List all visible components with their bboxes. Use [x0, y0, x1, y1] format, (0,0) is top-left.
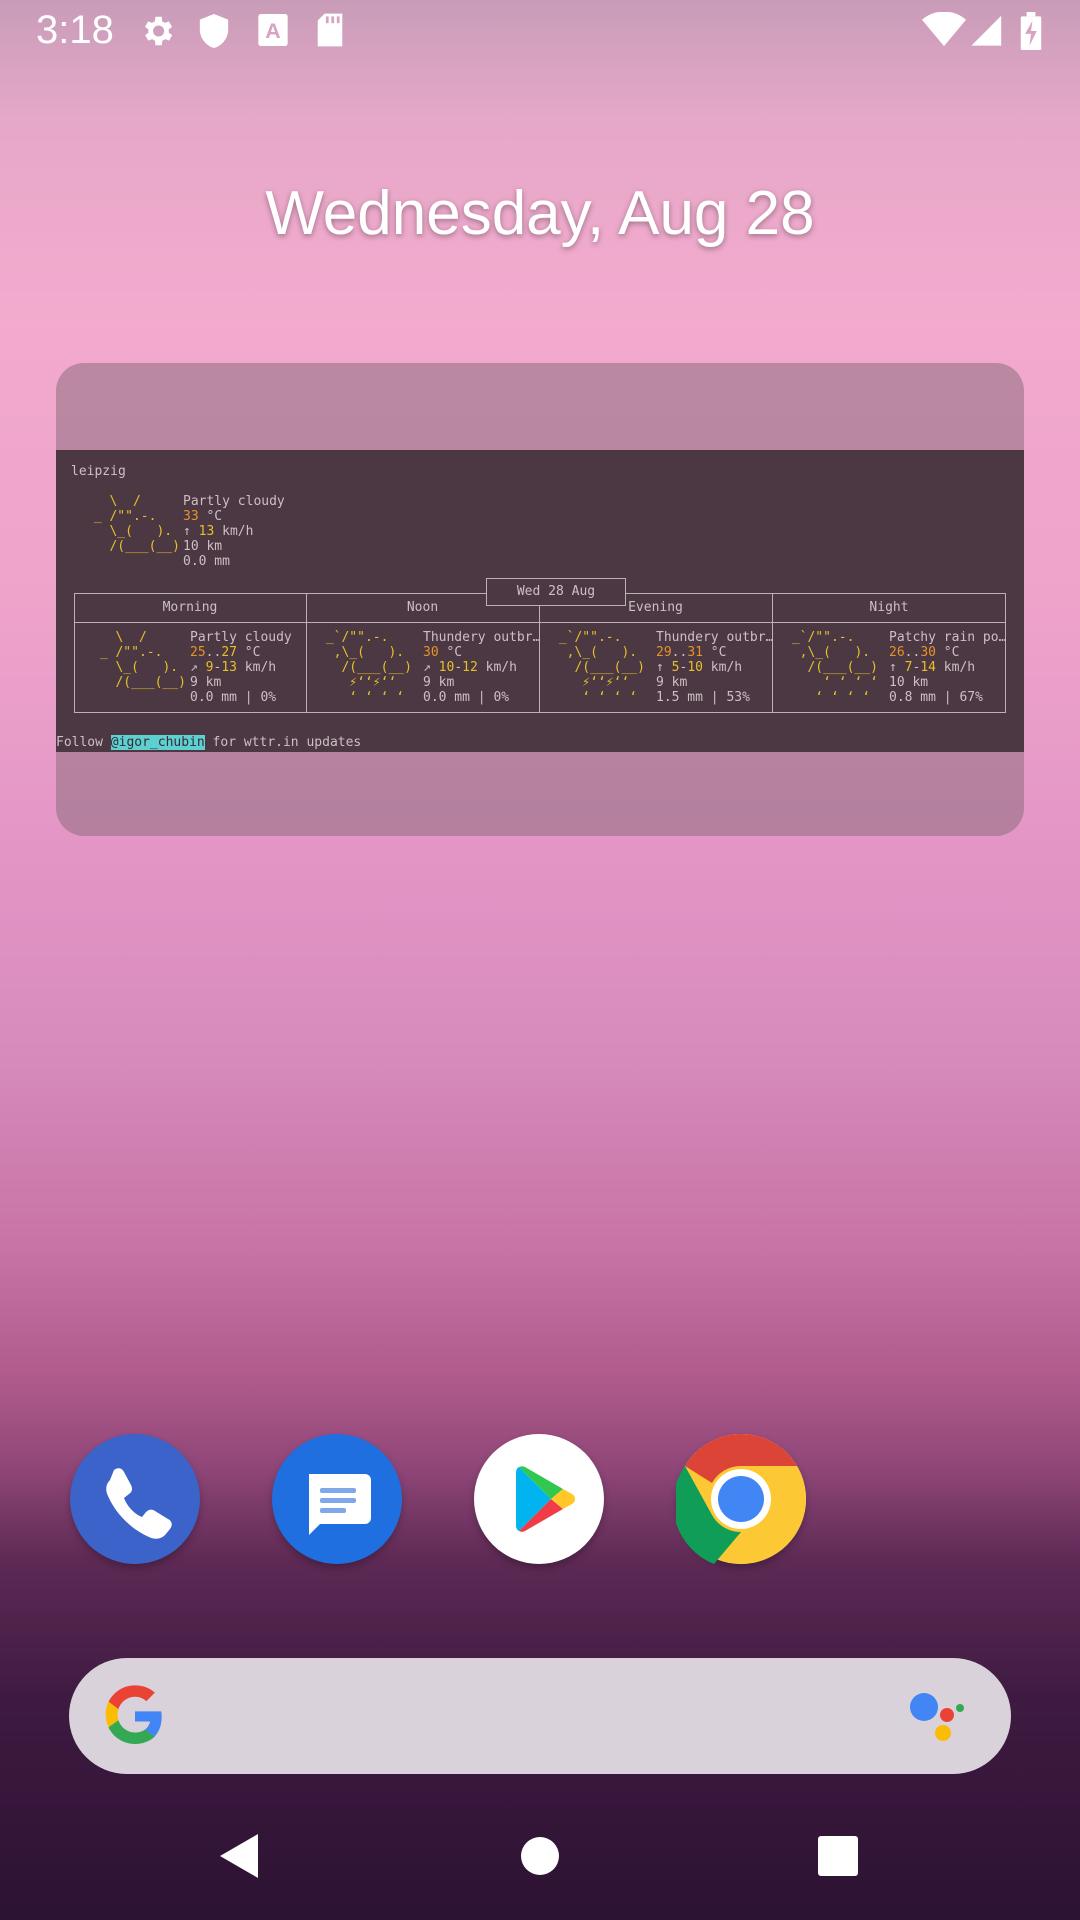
twitter-handle-link[interactable]: @igor_chubin [110, 735, 205, 750]
morning-wind: ↗ 9-13 km/h [190, 660, 277, 675]
night-temp: 26..30 °C [889, 645, 960, 660]
night-wind: ↑ 7-14 km/h [889, 660, 976, 675]
evening-visibility: 9 km [656, 675, 688, 690]
home-button[interactable] [519, 1832, 561, 1880]
morning-precip: 0.0 mm | 0% [190, 690, 277, 705]
noon-precip: 0.0 mm | 0% [423, 690, 510, 705]
status-bar: 3:18 A [0, 0, 1080, 64]
period-header-noon: Noon [406, 600, 439, 615]
font-a-icon: A [258, 14, 288, 46]
recents-button[interactable] [817, 1832, 859, 1880]
weather-terminal: leipzig \ / _ /"".-. \_( ). /(___(__) Pa… [56, 450, 1024, 752]
evening-wind: ↑ 5-10 km/h [656, 660, 743, 675]
phone-app-icon[interactable] [70, 1434, 200, 1564]
table-divider [74, 622, 1006, 623]
night-precip: 0.8 mm | 67% [889, 690, 983, 705]
google-g-icon [105, 1685, 162, 1744]
evening-condition: Thundery outbr… [656, 630, 774, 645]
morning-visibility: 9 km [190, 675, 222, 690]
wifi-icon [922, 12, 966, 47]
widget-footer: Follow @igor_chubin for wttr.in updates [56, 735, 362, 750]
noon-temp: 30 °C [423, 645, 463, 660]
noon-visibility: 9 km [423, 675, 455, 690]
svg-text:A: A [265, 19, 280, 43]
sd-card-icon [317, 13, 343, 47]
back-button[interactable] [218, 1832, 260, 1880]
location-label: leipzig [71, 464, 126, 479]
current-precip: 0.0 mm [183, 554, 230, 569]
partly-cloudy-ascii-icon: \ / _ /"".-. \_( ). /(___(__) [99, 630, 186, 690]
play-store-app-icon[interactable] [474, 1434, 604, 1564]
period-header-night: Night [869, 600, 909, 615]
shield-icon [199, 14, 229, 48]
signal-icon [971, 15, 1002, 46]
messages-app-icon[interactable] [272, 1434, 402, 1564]
period-header-morning: Morning [162, 600, 218, 615]
partly-cloudy-ascii-icon: \ / _ /"".-. \_( ). /(___(__) [93, 494, 180, 554]
period-header-evening: Evening [628, 600, 683, 615]
settings-icon [144, 16, 173, 46]
home-date[interactable]: Wednesday, Aug 28 [0, 178, 1080, 249]
battery-charging-icon [1020, 12, 1042, 50]
thunder-ascii-icon: _`/"".-. ,\_( ). /(___(__) ⚡‘‘⚡‘‘ ‘ ‘ ‘ … [325, 630, 412, 705]
weather-widget[interactable]: leipzig \ / _ /"".-. \_( ). /(___(__) Pa… [56, 363, 1024, 836]
noon-condition: Thundery outbr… [423, 630, 541, 645]
evening-temp: 29..31 °C [656, 645, 727, 660]
night-condition: Patchy rain po… [889, 630, 1007, 645]
current-visibility: 10 km [183, 539, 223, 554]
patchy-rain-ascii-icon: _`/"".-. ,\_( ). /(___(__) ‘ ‘ ‘ ‘ ‘ ‘ ‘… [791, 630, 878, 705]
thunder-ascii-icon: _`/"".-. ,\_( ). /(___(__) ⚡‘‘⚡‘‘ ‘ ‘ ‘ … [558, 630, 645, 705]
status-clock: 3:18 [36, 8, 114, 52]
morning-temp: 25..27 °C [190, 645, 261, 660]
noon-wind: ↗ 10-12 km/h [423, 660, 517, 675]
current-condition: Partly cloudy [183, 494, 285, 509]
assistant-icon[interactable] [907, 1686, 971, 1744]
current-temp: 33 °C [183, 509, 223, 524]
chrome-app-icon[interactable] [673, 1434, 806, 1564]
current-wind: ↑ 13 km/h [183, 524, 254, 539]
night-visibility: 10 km [889, 675, 929, 690]
morning-condition: Partly cloudy [190, 630, 292, 645]
google-search-bar[interactable] [69, 1658, 1011, 1774]
evening-precip: 1.5 mm | 53% [656, 690, 750, 705]
